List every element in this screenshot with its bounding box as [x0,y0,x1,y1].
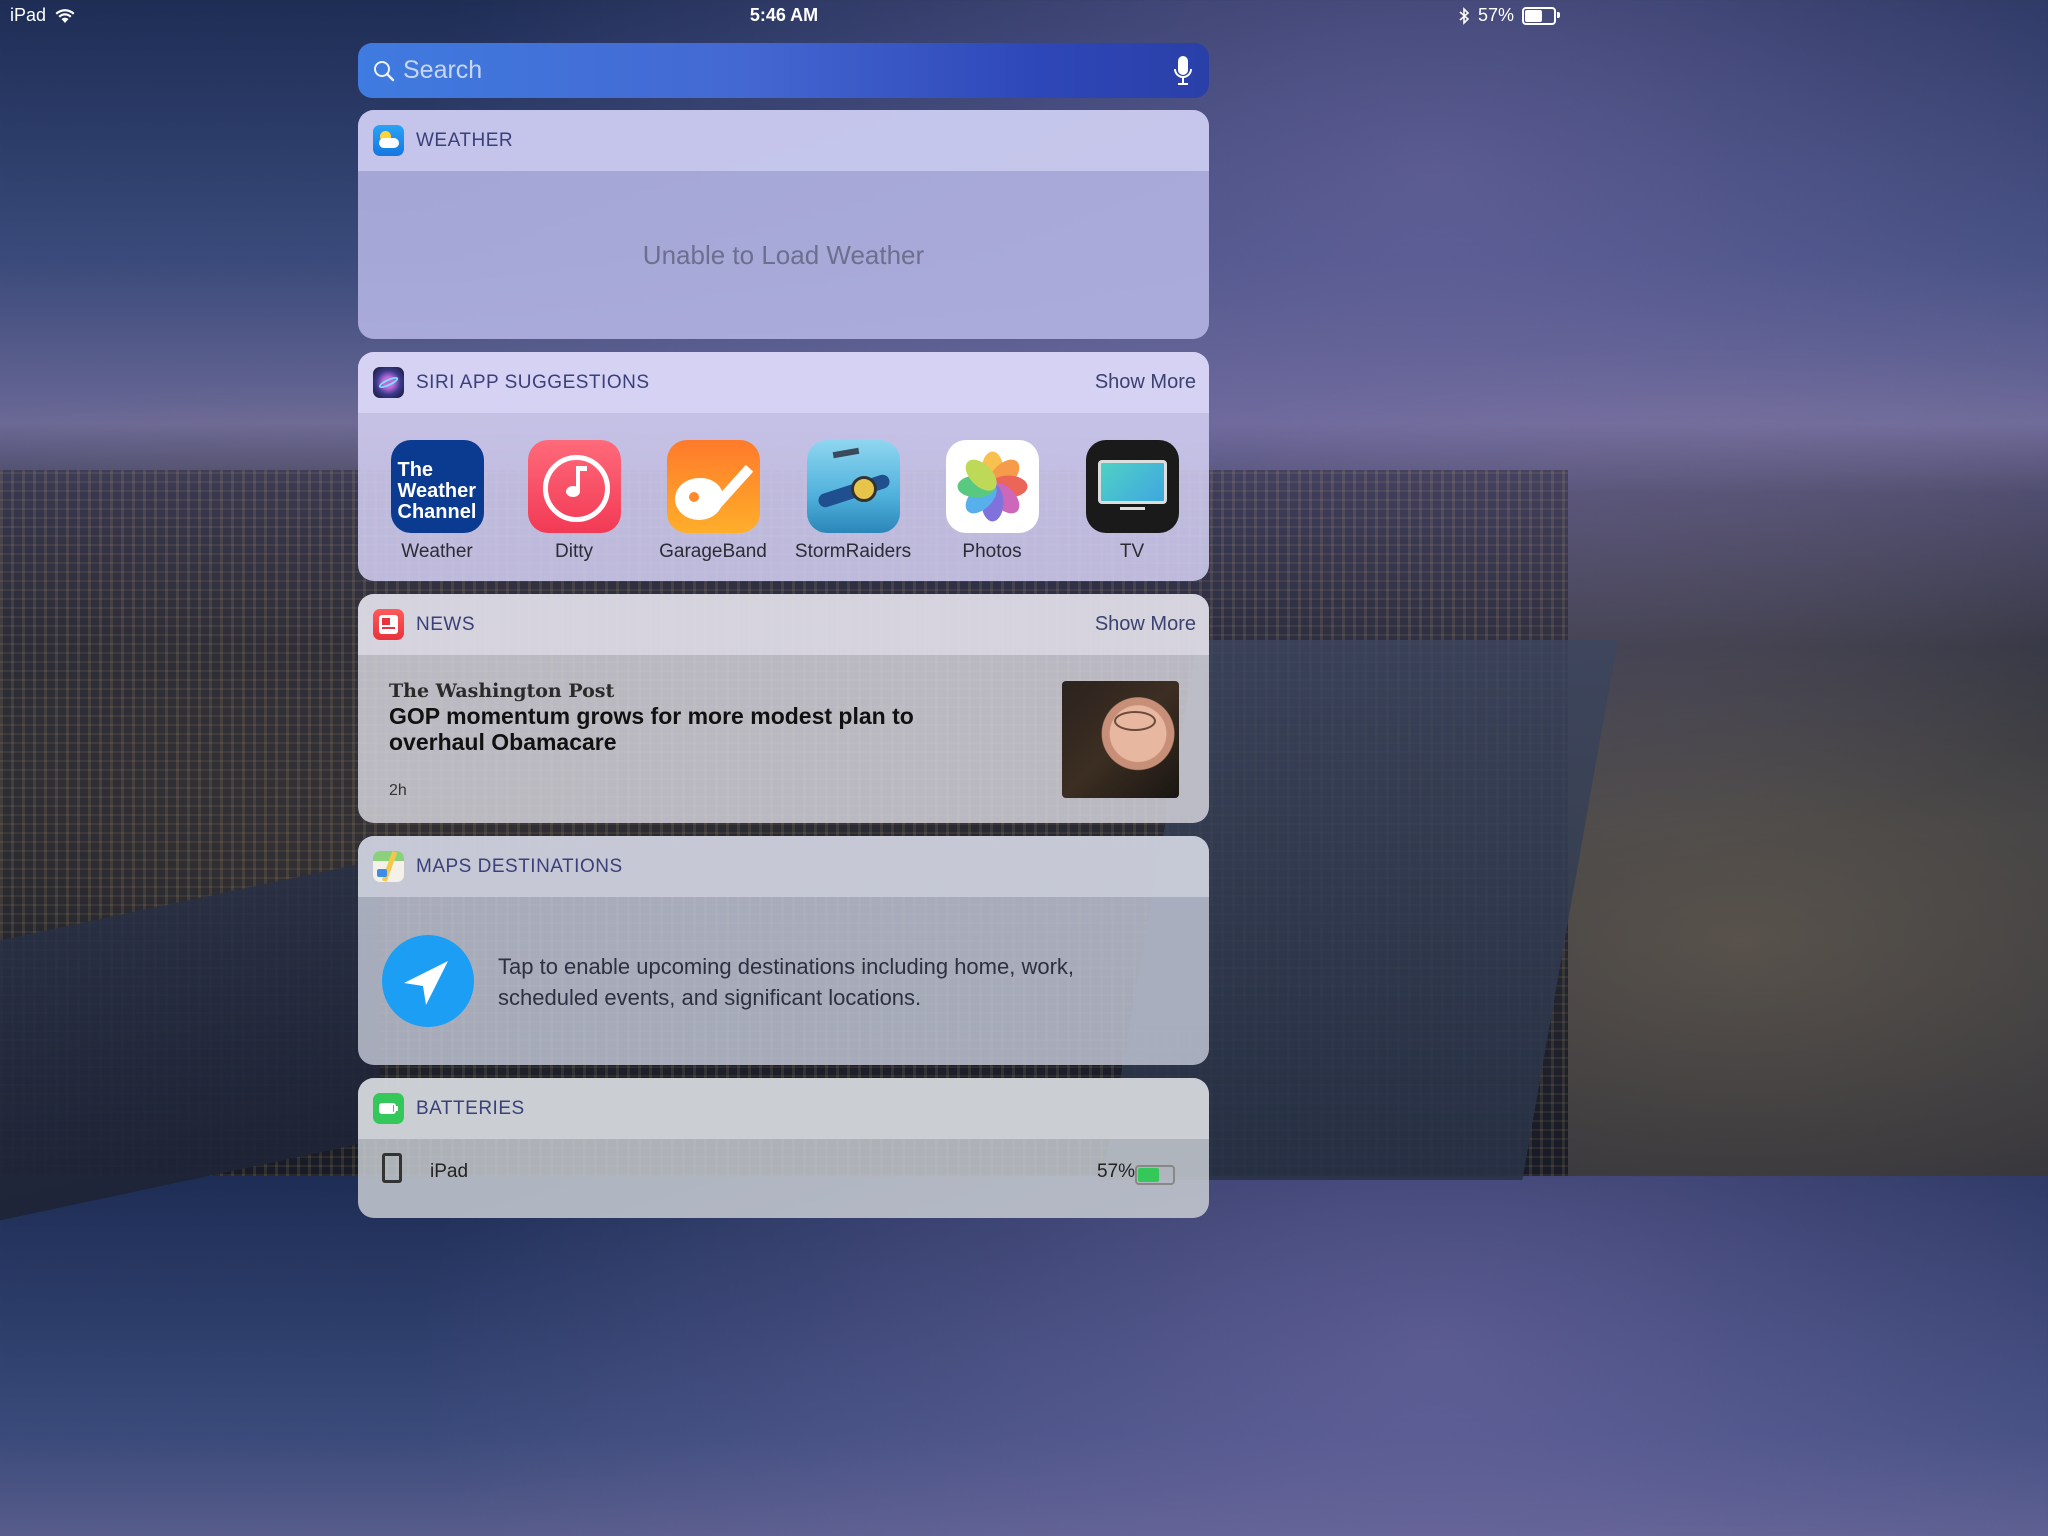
ditty-icon [527,440,621,533]
search-icon [374,60,395,81]
photos-icon [945,440,1039,533]
siri-widget-title: SIRI APP SUGGESTIONS [416,371,650,393]
weather-channel-logo-text: The Weather Channel [397,459,477,523]
battery-level-fill [1138,1168,1159,1182]
bluetooth-icon [1459,6,1470,25]
photos-flower [957,451,1027,522]
battery-nub [1557,11,1560,18]
news-widget-title: NEWS [416,613,475,635]
search-input[interactable]: Search [403,56,482,85]
news-publisher: The Washington Post [389,680,615,702]
siri-show-more-button[interactable]: Show More [1095,371,1196,394]
app-label: Weather [401,541,473,562]
ipad-device-icon [382,1153,402,1183]
app-ditty[interactable]: Ditty [509,440,639,563]
garageband-icon [666,440,760,533]
news-age: 2h [389,782,407,799]
location-arrow-icon [404,961,448,1005]
news-widget[interactable]: NEWS Show More The Washington Post GOP m… [358,594,1209,823]
location-arrow-button[interactable] [382,935,474,1027]
news-thumbnail[interactable] [1062,681,1179,798]
app-suggestions-row: The Weather Channel Weather Ditty Garage… [358,413,1209,581]
battery-device-name: iPad [430,1161,469,1182]
maps-destinations-widget[interactable]: MAPS DESTINATIONS Tap to enable upcoming… [358,836,1209,1065]
batteries-widget-title: BATTERIES [416,1097,525,1119]
batteries-app-icon [373,1093,404,1124]
weather-widget-title: WEATHER [416,129,514,151]
app-label: Photos [962,541,1022,562]
siri-widget-header: SIRI APP SUGGESTIONS Show More [358,352,1209,413]
weather-widget[interactable]: WEATHER Unable to Load Weather [358,110,1209,339]
news-app-icon [373,609,404,640]
news-show-more-button[interactable]: Show More [1095,613,1196,636]
maps-app-icon [373,851,404,882]
battery-device-percent: 57% [1096,1161,1135,1182]
app-photos[interactable]: Photos [927,440,1057,563]
tv-icon [1085,440,1179,533]
app-garageband[interactable]: GarageBand [648,440,778,563]
maps-body[interactable]: Tap to enable upcoming destinations incl… [358,897,1209,1065]
status-right: 57% [1458,5,1560,26]
app-stormraiders[interactable]: StormRaiders [788,440,918,563]
weather-message: Unable to Load Weather [642,239,925,270]
maps-widget-header: MAPS DESTINATIONS [358,836,1209,897]
battery-fill [1525,9,1543,22]
maps-widget-title: MAPS DESTINATIONS [416,855,623,877]
news-widget-header: NEWS Show More [358,594,1209,655]
app-weather[interactable]: The Weather Channel Weather [372,440,502,563]
app-label: TV [1119,541,1145,562]
clock: 5:46 AM [749,5,819,25]
battery-percent: 57% [1477,5,1514,25]
status-bar: iPad 5:46 AM 57% [0,0,1568,32]
batteries-widget[interactable]: BATTERIES iPad 57% [358,1078,1209,1218]
weather-app-icon [373,125,404,156]
app-tv[interactable]: TV [1067,440,1197,563]
weather-widget-header[interactable]: WEATHER [358,110,1209,171]
battery-level-bar [1135,1165,1175,1185]
news-headline[interactable]: GOP momentum grows for more modest plan … [389,703,949,755]
maps-message: Tap to enable upcoming destinations incl… [498,954,1075,1010]
siri-suggestions-widget[interactable]: SIRI APP SUGGESTIONS Show More The Weath… [358,352,1209,581]
search-bar[interactable]: Search [358,43,1209,98]
app-label: Ditty [555,541,593,562]
weather-channel-icon: The Weather Channel [390,440,484,533]
app-label: StormRaiders [794,541,912,562]
news-article[interactable]: The Washington Post GOP momentum grows f… [358,655,1209,823]
siri-icon [373,367,404,398]
glasses-shape [1114,711,1156,731]
batteries-widget-header: BATTERIES [358,1078,1209,1139]
app-label: GarageBand [659,541,767,562]
battery-row: iPad 57% [358,1139,1209,1199]
stormraiders-icon [806,440,900,533]
battery-icon [1522,6,1560,25]
microphone-icon[interactable] [1173,55,1193,87]
